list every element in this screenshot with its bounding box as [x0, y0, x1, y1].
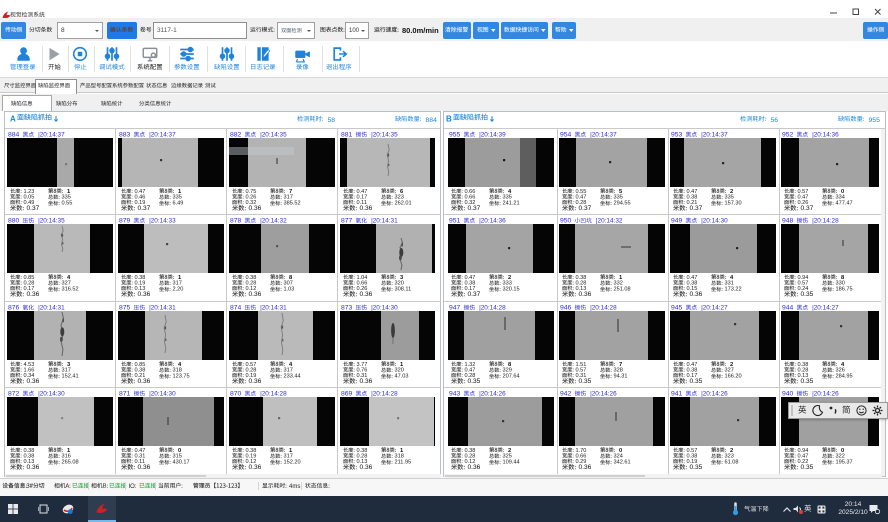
svg-text:0.36: 0.36 — [360, 205, 373, 212]
svg-text:0.36: 0.36 — [249, 291, 262, 298]
svg-text:0.36: 0.36 — [138, 291, 151, 298]
svg-text:0.35: 0.35 — [468, 378, 481, 385]
svg-text:IO:: IO: — [129, 484, 137, 490]
svg-text:4ms: 4ms — [289, 484, 300, 490]
svg-text:233.44: 233.44 — [284, 373, 301, 379]
svg-text:123.75: 123.75 — [173, 373, 190, 379]
svg-text:152.20: 152.20 — [284, 460, 301, 466]
svg-text:241.21: 241.21 — [503, 201, 520, 207]
svg-text:58: 58 — [328, 117, 336, 124]
svg-text:0.55: 0.55 — [62, 201, 73, 207]
svg-text:284.95: 284.95 — [836, 373, 853, 379]
svg-text:47.03: 47.03 — [395, 373, 409, 379]
svg-text:0.36: 0.36 — [27, 378, 40, 385]
svg-text:0.37: 0.37 — [468, 205, 481, 212]
svg-text:61.08: 61.08 — [725, 460, 739, 466]
svg-text:0.36: 0.36 — [579, 464, 592, 471]
svg-text:308.11: 308.11 — [395, 287, 412, 293]
svg-text:0.37: 0.37 — [468, 291, 481, 298]
svg-text:0.37: 0.37 — [579, 205, 592, 212]
svg-text:152.41: 152.41 — [62, 373, 79, 379]
svg-text:316.52: 316.52 — [62, 287, 79, 293]
svg-text:94.31: 94.31 — [614, 373, 628, 379]
svg-text:B: B — [446, 114, 452, 123]
svg-text:251.08: 251.08 — [614, 287, 631, 293]
svg-text:0.35: 0.35 — [801, 464, 814, 471]
svg-text:6.49: 6.49 — [173, 201, 184, 207]
svg-text:430.17: 430.17 — [173, 460, 190, 466]
svg-text:0.36: 0.36 — [360, 464, 373, 471]
svg-text:385.52: 385.52 — [284, 201, 301, 207]
svg-text:0.36: 0.36 — [249, 464, 262, 471]
svg-text:157.30: 157.30 — [725, 201, 742, 207]
svg-text:0.36: 0.36 — [27, 291, 40, 298]
svg-text:342.61: 342.61 — [614, 460, 631, 466]
svg-text:1.03: 1.03 — [284, 287, 295, 293]
svg-text:0.36: 0.36 — [468, 464, 481, 471]
svg-text:166.20: 166.20 — [725, 373, 742, 379]
svg-text:2.20: 2.20 — [173, 287, 184, 293]
svg-text:A: A — [10, 114, 16, 123]
svg-text:0.36: 0.36 — [579, 291, 592, 298]
svg-text:262.01: 262.01 — [395, 201, 412, 207]
svg-text:0.36: 0.36 — [690, 291, 703, 298]
svg-text:0.35: 0.35 — [801, 378, 814, 385]
svg-text:56: 56 — [771, 117, 779, 124]
svg-text:294.55: 294.55 — [614, 201, 631, 207]
svg-text:320.15: 320.15 — [503, 287, 520, 293]
svg-text:0.35: 0.35 — [690, 378, 703, 385]
svg-text:0.36: 0.36 — [249, 378, 262, 385]
svg-text:173.22: 173.22 — [725, 287, 742, 293]
svg-text:0.36: 0.36 — [249, 205, 262, 212]
svg-text:0.37: 0.37 — [801, 205, 814, 212]
svg-text:207.64: 207.64 — [503, 373, 520, 379]
svg-text:0.36: 0.36 — [27, 464, 40, 471]
svg-text:0.37: 0.37 — [690, 205, 703, 212]
svg-text:0.36: 0.36 — [138, 378, 151, 385]
svg-text:109.44: 109.44 — [503, 460, 520, 466]
svg-text:0.36: 0.36 — [360, 378, 373, 385]
svg-text:0.37: 0.37 — [138, 205, 151, 212]
svg-text:0.35: 0.35 — [579, 378, 592, 385]
svg-text:0.37: 0.37 — [27, 205, 40, 212]
svg-text:265.08: 265.08 — [62, 460, 79, 466]
svg-text:0.35: 0.35 — [690, 464, 703, 471]
svg-text:477.47: 477.47 — [836, 201, 853, 207]
svg-text:0.35: 0.35 — [801, 291, 814, 298]
svg-text:884: 884 — [426, 117, 438, 124]
svg-text:0.36: 0.36 — [360, 291, 373, 298]
svg-text:211.95: 211.95 — [395, 460, 412, 466]
svg-text:955: 955 — [869, 117, 881, 124]
svg-text:186.75: 186.75 — [836, 287, 853, 293]
svg-text:195.37: 195.37 — [836, 460, 853, 466]
svg-text:0.36: 0.36 — [138, 464, 151, 471]
